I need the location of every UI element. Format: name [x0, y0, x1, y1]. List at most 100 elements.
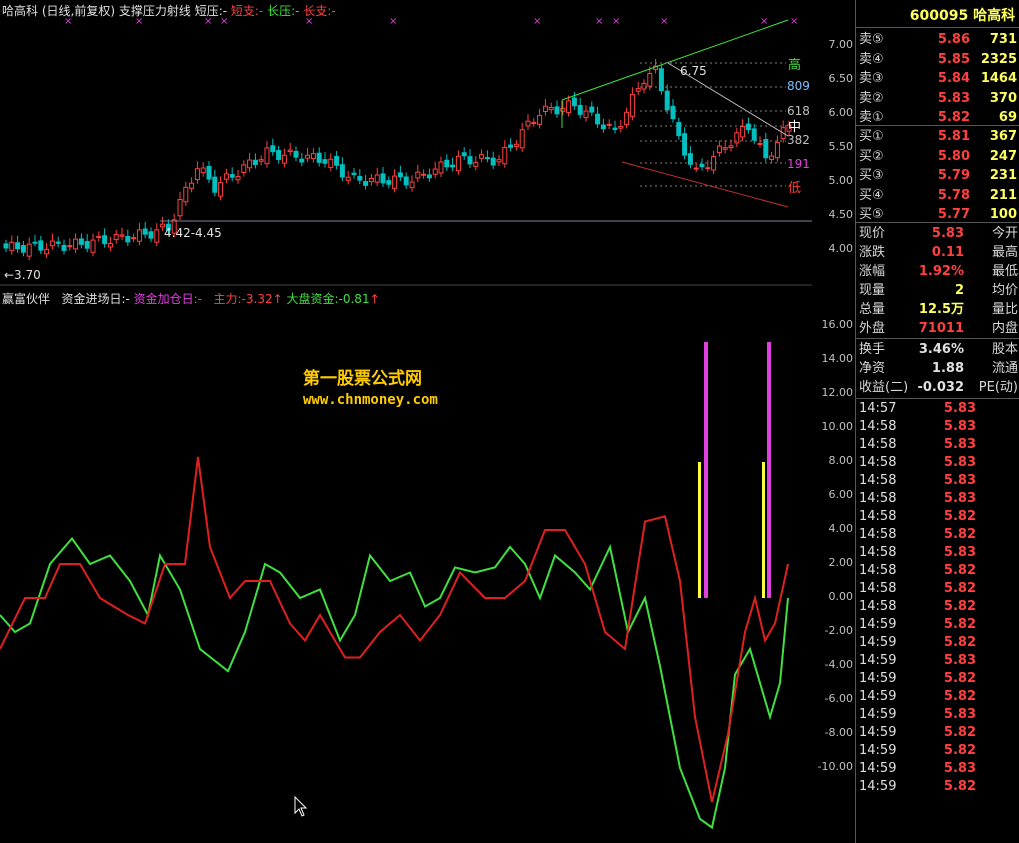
ask-label: 卖④ — [859, 51, 884, 67]
x-marker-icon: × — [533, 16, 541, 27]
info-value: 1.92% — [918, 264, 964, 279]
candle-body — [438, 161, 444, 174]
bid-price: 5.78 — [937, 187, 970, 203]
candle-body — [450, 164, 456, 168]
bid-volume: 247 — [989, 148, 1017, 164]
chart-area[interactable]: 哈高科 (日线,前复权) 支撑压力射线 短压:- 短支:- 长压:- 长支:- … — [0, 0, 812, 843]
info2-row: 收益(二) -0.032 PE(动) — [856, 379, 1019, 397]
tick-time: 14:59 — [859, 671, 897, 686]
candle-body — [577, 104, 583, 115]
tick-time: 14:58 — [859, 473, 897, 488]
price-axis-label: 5.00 — [828, 174, 854, 187]
candle-body — [531, 122, 537, 125]
info-label: 涨跌 — [859, 245, 886, 260]
info-row: 涨幅 1.92% 最低 — [856, 263, 1019, 281]
candle-body — [84, 240, 90, 249]
candle-body — [763, 139, 769, 159]
candle-body — [20, 244, 26, 253]
candle-body — [583, 110, 589, 119]
candle-body — [363, 181, 369, 186]
candle-body — [554, 106, 560, 115]
candle-body — [745, 123, 751, 131]
x-marker-icon: × — [220, 16, 228, 27]
info-value: 12.5万 — [918, 302, 964, 317]
tick-row: 14:59 5.82 — [856, 724, 1019, 742]
bid-row[interactable]: 买③ 5.79 231 — [856, 167, 1019, 185]
kline-svg[interactable]: × × × × × × × × × × × × — [0, 0, 812, 843]
candle-body — [571, 97, 577, 107]
tick-time: 14:59 — [859, 653, 897, 668]
ask-row[interactable]: 卖⑤ 5.86 731 — [856, 31, 1019, 49]
tick-time: 14:58 — [859, 545, 897, 560]
fib-809-label: 809 — [787, 79, 810, 93]
info2-label2: 流通 — [991, 361, 1018, 376]
info2-label2: 股本 — [991, 342, 1018, 357]
candle-body — [212, 176, 218, 193]
ask-row[interactable]: 卖② 5.83 370 — [856, 90, 1019, 108]
bid-row[interactable]: 买② 5.80 247 — [856, 148, 1019, 166]
candle-body — [467, 156, 473, 165]
tick-time: 14:58 — [859, 491, 897, 506]
x-marker-icon: × — [204, 16, 212, 27]
x-marker-icon: × — [595, 16, 603, 27]
tick-price: 5.83 — [943, 473, 976, 488]
info2-label: 换手 — [859, 342, 886, 357]
candle-body — [566, 100, 572, 113]
ask-row[interactable]: 卖④ 5.85 2325 — [856, 51, 1019, 69]
info-label2: 内盘 — [991, 321, 1018, 336]
candle-body — [624, 111, 630, 125]
info-value: 2 — [954, 283, 964, 298]
candle-body — [368, 177, 374, 183]
tick-time: 14:59 — [859, 743, 897, 758]
candle-body — [374, 174, 380, 183]
watermark-url: www.chnmoney.com — [303, 392, 438, 408]
candle-body — [560, 107, 566, 112]
x-marker-icon: × — [64, 16, 72, 27]
candle-body — [218, 182, 224, 197]
bid-row[interactable]: 买① 5.81 367 — [856, 128, 1019, 146]
tick-price: 5.82 — [943, 779, 976, 794]
stock-name: 哈高科 — [973, 8, 1016, 24]
quote-header: 600095 哈高科 — [856, 5, 1019, 25]
candle-body — [589, 106, 595, 113]
bid-label: 买① — [859, 129, 884, 144]
ask-row[interactable]: 卖③ 5.84 1464 — [856, 70, 1019, 88]
tick-time: 14:58 — [859, 455, 897, 470]
candle-body — [125, 235, 131, 243]
tick-price: 5.83 — [943, 707, 976, 722]
candle-body — [131, 237, 137, 240]
candle-body — [44, 248, 50, 255]
info-value: 5.83 — [931, 226, 964, 241]
candle-body — [606, 123, 612, 126]
pressure-ray — [561, 19, 789, 101]
candle-body — [769, 155, 775, 160]
tick-price: 5.82 — [943, 617, 976, 632]
tick-row: 14:58 5.83 — [856, 454, 1019, 472]
range-label: 4.42-4.45 — [164, 226, 222, 240]
high-value-label: 6.75 — [680, 64, 707, 78]
candle-body — [15, 242, 21, 250]
candle-body — [473, 161, 479, 167]
tick-time: 14:59 — [859, 617, 897, 632]
ask-price: 5.86 — [937, 32, 970, 47]
info-row: 涨跌 0.11 最高 — [856, 244, 1019, 262]
candle-body — [310, 153, 316, 160]
info-row: 总量 12.5万 量比 — [856, 301, 1019, 319]
info2-value: 3.46% — [918, 342, 964, 357]
bid-row[interactable]: 买④ 5.78 211 — [856, 187, 1019, 205]
candle-body — [525, 120, 531, 127]
candle-body — [635, 88, 641, 92]
tick-row: 14:58 5.82 — [856, 526, 1019, 544]
candle-body — [612, 127, 618, 130]
candle-body — [264, 147, 270, 165]
ask-volume: 2325 — [980, 51, 1017, 67]
osc-axis-label: -10.00 — [817, 760, 853, 773]
candle-body — [537, 114, 543, 125]
ask-price: 5.83 — [937, 90, 970, 106]
tick-row: 14:58 5.83 — [856, 544, 1019, 562]
osc-axis-label: 16.00 — [821, 318, 854, 331]
info-row: 现量 2 均价 — [856, 282, 1019, 300]
tick-price: 5.83 — [943, 455, 976, 470]
osc-axis-label: 14.00 — [821, 352, 854, 365]
candle-body — [693, 167, 699, 170]
